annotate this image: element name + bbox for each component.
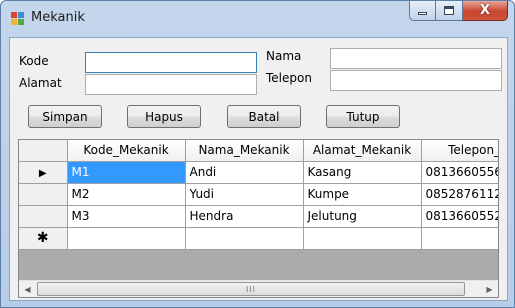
column-header-alamat[interactable]: Alamat_Mekanik	[303, 140, 422, 162]
cell-telepon[interactable]: 081366055221	[421, 205, 498, 228]
grid-corner-header[interactable]	[19, 140, 68, 162]
scroll-left-icon[interactable]: ◀	[19, 281, 36, 297]
column-header-nama[interactable]: Nama_Mekanik	[185, 140, 304, 162]
cell-kode[interactable]	[67, 227, 186, 250]
kode-field[interactable]	[85, 52, 257, 73]
current-row-icon: ▶	[38, 168, 47, 179]
telepon-field[interactable]	[330, 70, 502, 91]
mekanik-window: Mekanik X Kode Alamat Nama Telepon Simpa…	[0, 0, 515, 308]
kode-label: Kode	[19, 54, 49, 68]
hapus-button[interactable]: Hapus	[127, 105, 201, 128]
cell-telepon[interactable]	[421, 227, 498, 250]
maximize-icon	[444, 6, 454, 15]
alamat-field[interactable]	[85, 74, 257, 95]
grid-header-row: Kode_Mekanik Nama_Mekanik Alamat_Mekanik…	[19, 140, 498, 162]
cell-nama[interactable]	[185, 227, 304, 250]
window-title: Mekanik	[31, 10, 85, 25]
cell-kode[interactable]: M1	[67, 161, 186, 184]
cell-nama[interactable]: Yudi	[185, 183, 304, 206]
cell-telepon[interactable]: 081366055667	[421, 161, 498, 184]
cell-nama[interactable]: Andi	[185, 161, 304, 184]
close-icon: X	[479, 3, 491, 18]
scroll-thumb[interactable]: III	[37, 282, 465, 296]
cell-alamat[interactable]: Kumpe	[303, 183, 422, 206]
table-row[interactable]: M2 Yudi Kumpe 085287611231	[19, 183, 498, 206]
batal-button[interactable]: Batal	[227, 105, 301, 128]
minimize-button[interactable]	[409, 1, 436, 21]
alamat-input[interactable]	[86, 75, 256, 94]
alamat-label: Alamat	[19, 76, 62, 90]
cell-alamat[interactable]: Jelutung	[303, 205, 422, 228]
title-bar[interactable]: Mekanik X	[1, 1, 514, 37]
cell-nama[interactable]: Hendra	[185, 205, 304, 228]
cell-alamat[interactable]	[303, 227, 422, 250]
table-row[interactable]: M3 Hendra Jelutung 081366055221	[19, 205, 498, 228]
horizontal-scrollbar[interactable]: ◀ III ▶	[19, 280, 498, 297]
simpan-button[interactable]: Simpan	[28, 105, 102, 128]
mekanik-data-grid[interactable]: Kode_Mekanik Nama_Mekanik Alamat_Mekanik…	[18, 139, 499, 298]
telepon-label: Telepon	[266, 71, 312, 85]
close-button[interactable]: X	[463, 1, 508, 21]
cell-kode[interactable]: M3	[67, 205, 186, 228]
new-row[interactable]: ✱	[19, 227, 498, 250]
row-header[interactable]: ▶	[19, 161, 68, 184]
cell-telepon[interactable]: 085287611231	[421, 183, 498, 206]
row-header[interactable]: ✱	[19, 227, 68, 250]
scroll-right-icon[interactable]: ▶	[481, 281, 498, 297]
new-row-icon: ✱	[36, 230, 49, 246]
thumb-grip-icon: III	[245, 284, 257, 294]
cell-kode[interactable]: M2	[67, 183, 186, 206]
nama-label: Nama	[266, 49, 302, 63]
row-header[interactable]	[19, 183, 68, 206]
nama-field[interactable]	[330, 48, 502, 69]
tutup-button[interactable]: Tutup	[326, 105, 400, 128]
maximize-button[interactable]	[436, 1, 463, 21]
telepon-input[interactable]	[331, 71, 501, 90]
column-header-telepon[interactable]: Telepon_Meka	[421, 140, 498, 162]
cell-alamat[interactable]: Kasang	[303, 161, 422, 184]
column-header-kode[interactable]: Kode_Mekanik	[67, 140, 186, 162]
row-header[interactable]	[19, 205, 68, 228]
minimize-icon	[418, 12, 427, 15]
form-app-icon	[11, 12, 25, 26]
kode-input[interactable]	[86, 53, 256, 72]
caption-buttons: X	[409, 1, 508, 21]
nama-input[interactable]	[331, 49, 501, 68]
form-client-area: Kode Alamat Nama Telepon Simpan Hapus Ba…	[9, 37, 508, 301]
grid-table: Kode_Mekanik Nama_Mekanik Alamat_Mekanik…	[19, 140, 498, 250]
table-row[interactable]: ▶ M1 Andi Kasang 081366055667	[19, 161, 498, 184]
